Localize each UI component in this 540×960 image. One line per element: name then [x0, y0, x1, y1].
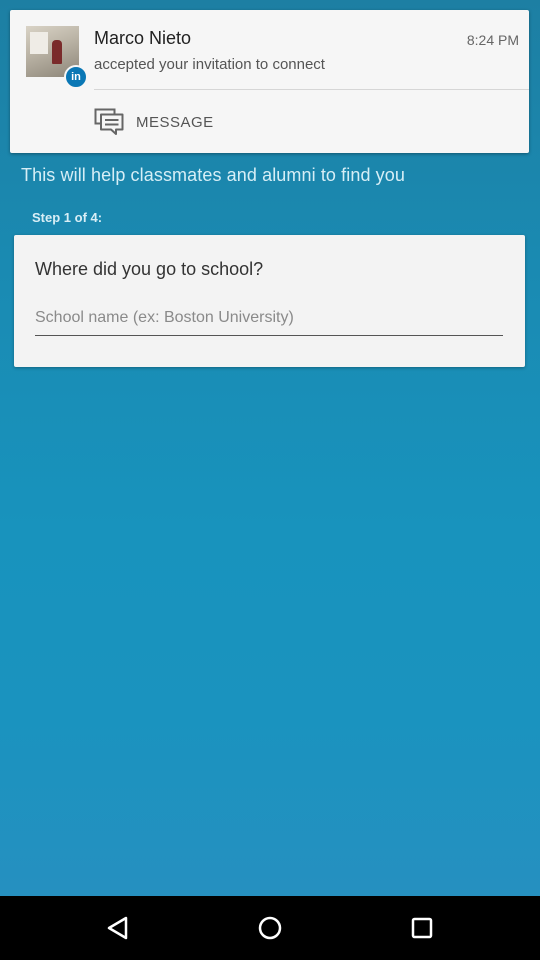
- notification-time: 8:24 PM: [466, 32, 519, 48]
- message-icon: [94, 108, 124, 135]
- back-icon[interactable]: [102, 912, 134, 944]
- navigation-bar: [0, 896, 540, 960]
- school-name-input[interactable]: [35, 301, 503, 336]
- notification-divider: [94, 89, 529, 90]
- avatar-photo-board: [30, 32, 48, 54]
- notification-text: accepted your invitation to connect: [94, 56, 325, 73]
- message-button[interactable]: MESSAGE: [94, 108, 214, 136]
- home-icon[interactable]: [254, 912, 286, 944]
- notification-card[interactable]: in Marco Nieto 8:24 PM accepted your inv…: [10, 10, 529, 153]
- avatar-photo-person: [52, 40, 62, 64]
- onboarding-subtitle: This will help classmates and alumni to …: [21, 165, 405, 185]
- linkedin-icon: in: [64, 65, 88, 89]
- step-indicator: Step 1 of 4:: [32, 210, 103, 225]
- notification-sender-name: Marco Nieto: [94, 28, 192, 48]
- school-question: Where did you go to school?: [35, 259, 264, 279]
- recent-apps-icon[interactable]: [406, 912, 438, 944]
- school-card: Where did you go to school?: [14, 235, 525, 367]
- message-button-label: MESSAGE: [136, 113, 214, 131]
